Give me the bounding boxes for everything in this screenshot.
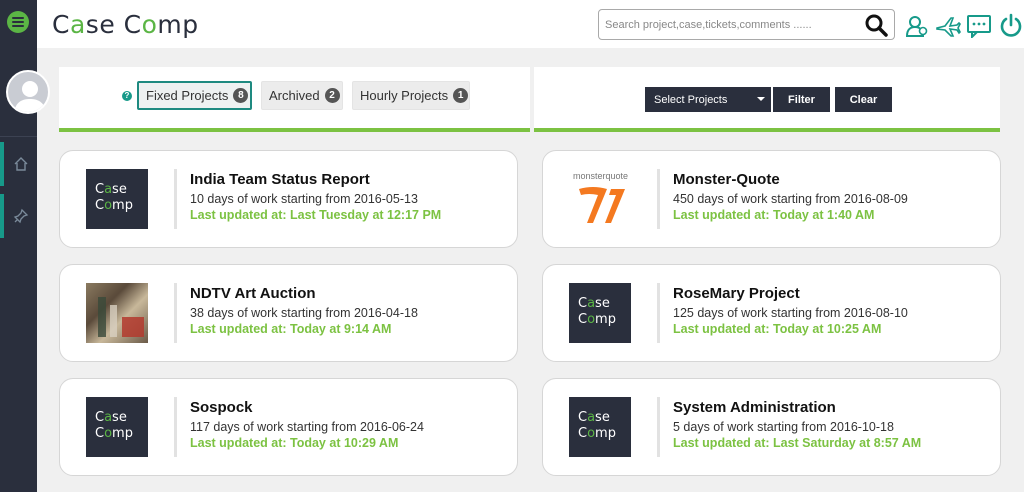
tab-archived[interactable]: Archived 2 xyxy=(261,81,343,110)
project-last-updated: Last updated at: Last Saturday at 8:57 A… xyxy=(673,436,922,450)
card-separator xyxy=(174,169,177,229)
pin-icon xyxy=(13,208,28,224)
caret-down-icon xyxy=(757,97,765,101)
filter-panel: Select Projects Filter Clear xyxy=(534,67,1000,132)
select-projects-dropdown[interactable]: Select Projects xyxy=(645,87,771,112)
project-title[interactable]: NDTV Art Auction xyxy=(190,285,316,302)
count-badge: 1 xyxy=(453,88,469,103)
home-icon xyxy=(14,157,27,171)
airplane-icon xyxy=(936,17,961,37)
monsterquote-logo-icon xyxy=(579,187,625,223)
count-badge: 8 xyxy=(233,88,249,103)
avatar[interactable] xyxy=(6,70,50,114)
search-icon xyxy=(865,14,888,37)
project-card[interactable]: Case Comp Sospock 117 days of work starting… xyxy=(59,378,518,476)
card-separator xyxy=(174,283,177,343)
messages-button[interactable] xyxy=(967,14,991,43)
search-button[interactable] xyxy=(864,13,888,42)
app-logo[interactable]: Case Comp xyxy=(52,10,199,39)
project-title[interactable]: Monster-Quote xyxy=(673,171,780,188)
top-header: Case Comp xyxy=(37,0,1024,48)
project-duration: 5 days of work starting from 2016-10-18 xyxy=(673,420,894,434)
travel-button[interactable] xyxy=(935,14,961,43)
project-duration: 10 days of work starting from 2016-05-13 xyxy=(190,192,418,206)
casecomp-logo: Case Comp xyxy=(578,410,616,441)
project-thumbnail-logo: Case Comp xyxy=(569,283,631,343)
power-icon xyxy=(1000,13,1022,37)
search-input[interactable] xyxy=(599,18,849,31)
chat-icon xyxy=(967,15,991,40)
project-thumbnail-monsterquote: monsterquote xyxy=(571,169,633,229)
project-card[interactable]: Case Comp India Team Status Report 10 days … xyxy=(59,150,518,248)
tab-hourly-projects[interactable]: Hourly Projects 1 xyxy=(352,81,470,110)
user-silhouette-icon xyxy=(14,81,46,112)
project-thumbnail-photo xyxy=(86,283,148,343)
casecomp-logo: Case Comp xyxy=(578,296,616,327)
project-title[interactable]: RoseMary Project xyxy=(673,285,800,302)
project-duration: 38 days of work starting from 2016-04-18 xyxy=(190,306,418,320)
casecomp-logo: Case Comp xyxy=(95,410,133,441)
project-card[interactable]: Case Comp RoseMary Project 125 days of work… xyxy=(542,264,1001,362)
logout-button[interactable] xyxy=(999,13,1023,44)
card-separator xyxy=(657,169,660,229)
project-duration: 117 days of work starting from 2016-06-2… xyxy=(190,420,424,434)
help-icon[interactable]: ? xyxy=(122,91,132,101)
project-card[interactable]: NDTV Art Auction 38 days of work starting… xyxy=(59,264,518,362)
tab-fixed-projects[interactable]: Fixed Projects 8 xyxy=(137,81,252,110)
project-card[interactable]: Case Comp System Administration 5 days of w… xyxy=(542,378,1001,476)
project-card[interactable]: monsterquote Monster-Quote 450 days of wor… xyxy=(542,150,1001,248)
project-duration: 450 days of work starting from 2016-08-0… xyxy=(673,192,908,206)
sidebar-item-pin[interactable] xyxy=(0,194,37,238)
project-thumbnail-logo: Case Comp xyxy=(86,169,148,229)
filter-button[interactable]: Filter xyxy=(773,87,830,112)
project-title[interactable]: System Administration xyxy=(673,399,836,416)
app-menu-icon[interactable] xyxy=(7,11,29,33)
project-duration: 125 days of work starting from 2016-08-1… xyxy=(673,306,908,320)
card-separator xyxy=(657,283,660,343)
art-photo-icon xyxy=(98,297,144,337)
users-button[interactable] xyxy=(905,14,929,43)
card-separator xyxy=(657,397,660,457)
project-thumbnail-logo: Case Comp xyxy=(86,397,148,457)
sidebar-item-home[interactable] xyxy=(0,142,37,186)
project-title[interactable]: Sospock xyxy=(190,399,253,416)
count-badge: 2 xyxy=(324,88,340,103)
project-last-updated: Last updated at: Last Tuesday at 12:17 P… xyxy=(190,208,442,222)
project-tabs-panel: ? Fixed Projects 8 Archived 2 Hourly Pro… xyxy=(59,67,530,132)
project-thumbnail-logo: Case Comp xyxy=(569,397,631,457)
casecomp-logo: Case Comp xyxy=(95,182,133,213)
project-last-updated: Last updated at: Today at 1:40 AM xyxy=(673,208,875,222)
project-last-updated: Last updated at: Today at 9:14 AM xyxy=(190,322,392,336)
card-separator xyxy=(174,397,177,457)
project-title[interactable]: India Team Status Report xyxy=(190,171,370,188)
project-last-updated: Last updated at: Today at 10:25 AM xyxy=(673,322,882,336)
clear-button[interactable]: Clear xyxy=(835,87,892,112)
search-box xyxy=(598,9,895,40)
user-group-icon xyxy=(905,16,928,37)
sidebar-divider xyxy=(0,136,37,137)
project-last-updated: Last updated at: Today at 10:29 AM xyxy=(190,436,399,450)
